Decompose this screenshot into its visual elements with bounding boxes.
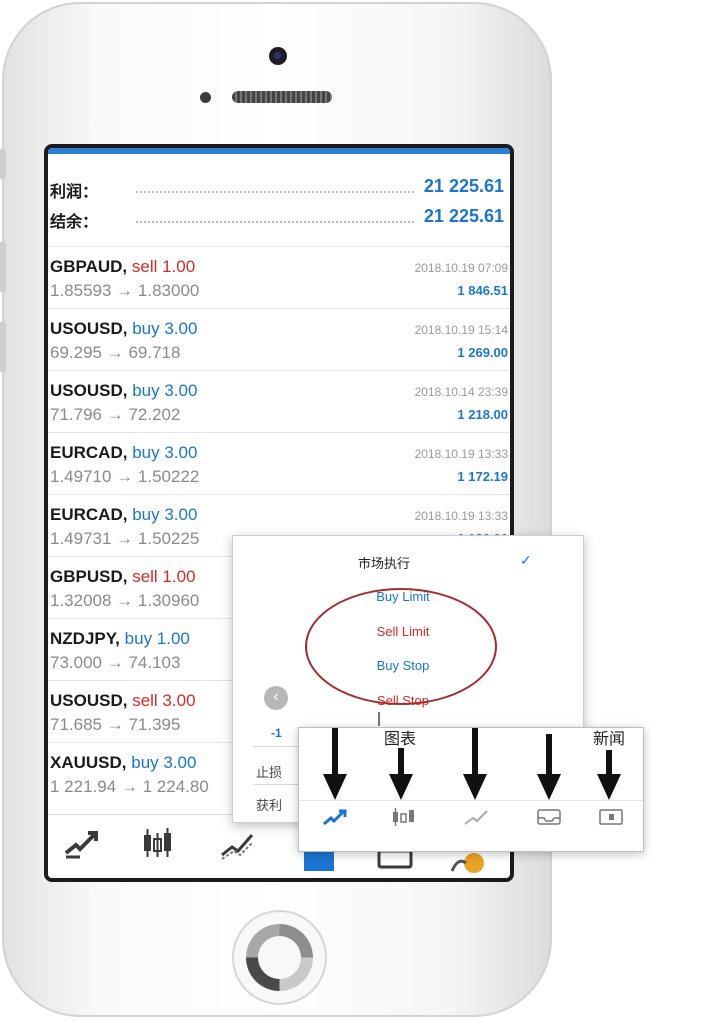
candlestick-tab-icon[interactable] [136,823,178,865]
position-symbol: EURCAD, buy 3.00 [50,443,197,463]
symbol-text: EURCAD, [50,505,128,524]
position-time: 2018.10.19 15:14 [414,323,508,337]
dotted-leader [136,221,414,223]
position-profit: 1 269.00 [457,345,508,360]
divider [299,800,643,801]
back-chevron-icon[interactable]: ‹ [264,686,288,710]
position-row[interactable]: GBPAUD, sell 1.00 1.85593 → 1.83000 2018… [48,246,510,309]
position-prices: 71.685 → 71.395 [50,715,181,734]
market-execution-option[interactable]: 市场执行 [358,553,410,572]
take-profit-label: 获利 [256,798,283,813]
position-profit: 1 846.51 [457,283,508,298]
position-symbol: XAUUSD, buy 3.00 [50,753,196,773]
position-symbol: GBPAUD, sell 1.00 [50,257,195,277]
dotted-leader [136,191,414,193]
volume-down-button [0,322,6,372]
position-symbol: EURCAD, buy 3.00 [50,505,197,525]
down-arrow-icon [537,734,561,800]
down-arrow-icon [463,728,487,800]
position-prices: 69.295 → 69.718 [50,343,181,362]
volume-up-button [0,242,6,292]
position-row[interactable]: USOUSD, buy 3.00 71.796 → 72.202 2018.10… [48,370,510,433]
balance-value: 21 225.61 [423,206,504,226]
position-time: 2018.10.14 23:39 [414,385,508,399]
position-profit: 1 218.00 [457,407,508,422]
symbol-text: GBPAUD, [50,257,128,276]
tab-bar-zoom-inset: 图表 新闻 [298,727,644,852]
position-action: buy 3.00 [131,753,197,772]
trade-icon[interactable] [321,806,349,828]
position-time: 2018.10.19 13:33 [414,509,508,523]
position-prices: 73.000 → 74.103 [50,653,181,672]
stop-loss-label: 止损 [256,765,283,780]
position-prices: 71.796 → 72.202 [50,405,181,424]
balance-label: 结余： [50,214,99,231]
callout-pointer [378,712,380,726]
position-action: buy 3.00 [132,443,198,462]
candlestick-icon[interactable] [389,806,417,828]
trade-tab-icon[interactable] [60,823,102,865]
down-arrow-icon [323,728,347,800]
inbox-icon[interactable] [535,806,563,828]
position-time: 2018.10.19 13:33 [414,447,508,461]
front-camera [269,47,287,65]
position-symbol: GBPUSD, sell 1.00 [50,567,196,587]
position-prices: 1.85593 → 1.83000 [50,281,200,300]
position-symbol: USOUSD, buy 3.00 [50,381,197,401]
position-prices: 1.49710 → 1.50222 [50,467,200,486]
position-action: sell 1.00 [132,567,196,586]
chart-heading: 图表 [384,731,417,748]
position-action: buy 3.00 [132,505,198,524]
symbol-text: USOUSD, [50,691,128,710]
position-action: sell 1.00 [131,257,196,276]
position-symbol: USOUSD, sell 3.00 [50,691,196,711]
home-button[interactable] [232,910,327,1005]
earpiece-speaker [232,91,332,103]
highlight-oval [305,588,497,705]
down-arrow-icon [389,748,413,800]
position-symbol: USOUSD, buy 3.00 [50,319,197,339]
loading-ring-icon [246,924,313,991]
news-icon[interactable] [597,806,625,828]
position-symbol: NZDJPY, buy 1.00 [50,629,190,649]
position-action: buy 1.00 [124,629,190,648]
position-time: 2018.10.19 07:09 [414,261,508,275]
symbol-text: GBPUSD, [50,567,128,586]
position-row[interactable]: EURCAD, buy 3.00 1.49710 → 1.50222 2018.… [48,432,510,495]
profit-summary: 利润： 21 225.61 [48,172,510,201]
profit-value: 21 225.61 [423,176,504,196]
silent-switch [0,149,6,179]
position-prices: 1 221.94 → 1 224.80 [50,777,209,796]
volume-decrement[interactable]: -1 [271,726,282,740]
position-action: sell 3.00 [132,691,196,710]
news-heading: 新闻 [593,731,626,748]
top-accent-bar [48,148,510,154]
position-action: buy 3.00 [132,319,198,338]
position-row[interactable]: USOUSD, buy 3.00 69.295 → 69.718 2018.10… [48,308,510,371]
symbol-text: XAUUSD, [50,753,127,772]
symbol-text: USOUSD, [50,319,128,338]
position-prices: 1.32008 → 1.30960 [50,591,200,610]
position-prices: 1.49731 → 1.50225 [50,529,200,548]
checkmark-icon: ✓ [520,552,532,568]
chart-trend-tab-icon[interactable] [216,823,258,865]
symbol-text: NZDJPY, [50,629,120,648]
position-profit: 1 172.19 [457,469,508,484]
position-action: buy 3.00 [132,381,198,400]
symbol-text: EURCAD, [50,443,128,462]
profit-label: 利润： [50,184,99,201]
balance-summary: 结余： 21 225.61 [48,202,510,231]
proximity-sensor [200,92,211,103]
symbol-text: USOUSD, [50,381,128,400]
chart-trend-icon[interactable] [462,806,490,828]
down-arrow-icon [597,750,621,800]
